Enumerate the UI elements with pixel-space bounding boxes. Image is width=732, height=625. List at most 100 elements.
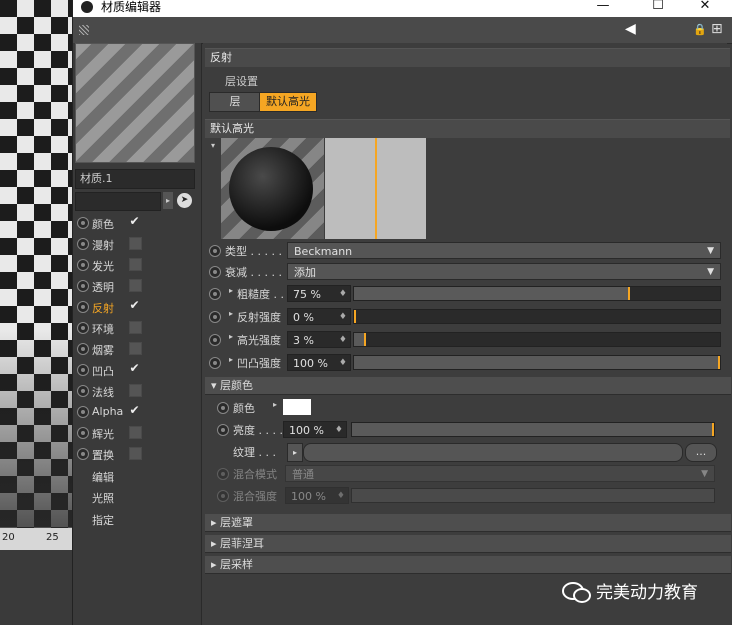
slider-knob[interactable] [354,310,356,323]
param-input[interactable]: 75 % ♦ [287,285,351,302]
falloff-dropdown[interactable]: 添加 ▼ [287,263,721,280]
animate-radio-icon[interactable] [77,406,89,418]
channel-label[interactable]: 环境 [92,321,114,337]
animate-radio-icon[interactable] [209,311,221,323]
channel-label[interactable]: 反射 [92,300,114,316]
section-header-layer-color[interactable]: ▾ 层颜色 [205,377,731,395]
expand-arrow-icon[interactable]: ▸ [273,400,277,409]
texture-field[interactable] [303,443,683,462]
animate-radio-icon[interactable] [209,357,221,369]
channel-label[interactable]: 透明 [92,279,114,295]
animate-radio-icon[interactable] [217,424,229,436]
param-input[interactable]: 100 % ♦ [287,354,351,371]
channel-item[interactable]: 置换 [73,444,201,465]
channel-checkbox[interactable] [129,279,142,292]
material-preview[interactable] [75,43,195,163]
collapse-triangle-icon[interactable]: ▾ [211,141,215,150]
channel-checkbox[interactable] [129,258,142,271]
back-arrow-icon[interactable]: ◀ [625,21,636,37]
channel-item[interactable]: 反射 ✔ [73,297,201,318]
channel-checkbox[interactable] [129,321,142,334]
animate-radio-icon[interactable] [77,448,89,460]
expand-arrow-icon[interactable]: ▸ [229,286,233,295]
channel-item[interactable]: Alpha ✔ [73,402,201,423]
link-edit[interactable]: 编辑 [92,469,114,485]
param-slider[interactable] [353,309,721,324]
spinner-icon[interactable]: ♦ [339,286,347,303]
section-header-layer-sampling[interactable]: ▸ 层采样 [205,556,731,574]
channel-checkbox[interactable]: ✔ [129,299,140,311]
animate-radio-icon[interactable] [77,427,89,439]
channel-label[interactable]: 置换 [92,447,114,463]
channel-item[interactable]: 烟雾 [73,339,201,360]
animate-radio-icon[interactable] [77,322,89,334]
field-arrow-icon[interactable]: ▸ [163,192,173,209]
spinner-icon[interactable]: ♦ [335,422,343,439]
expand-arrow-icon[interactable]: ▸ [229,309,233,318]
channel-checkbox[interactable] [129,426,142,439]
animate-radio-icon[interactable] [77,343,89,355]
channel-item[interactable]: 发光 [73,255,201,276]
animate-radio-icon[interactable] [209,266,221,278]
texture-browse-button[interactable]: ... [685,443,717,462]
channel-item[interactable]: 辉光 [73,423,201,444]
minimize-button[interactable]: — [583,0,623,16]
animate-radio-icon[interactable] [77,364,89,376]
animate-radio-icon[interactable] [77,280,89,292]
link-illumination[interactable]: 光照 [92,490,114,506]
param-slider[interactable] [353,355,721,370]
close-button[interactable]: ✕ [685,0,725,16]
animate-radio-icon[interactable] [77,301,89,313]
channel-label[interactable]: 漫射 [92,237,114,253]
channel-label[interactable]: 烟雾 [92,342,114,358]
timeline-ruler[interactable]: 20 25 [0,528,72,550]
channel-item[interactable]: 透明 [73,276,201,297]
expand-arrow-icon[interactable]: ▸ [229,355,233,364]
animate-radio-icon[interactable] [77,238,89,250]
channel-checkbox[interactable]: ✔ [129,404,140,416]
channel-checkbox[interactable] [129,342,142,355]
channel-checkbox[interactable]: ✔ [129,215,140,227]
type-dropdown[interactable]: Beckmann ▼ [287,242,721,259]
slider-knob[interactable] [718,356,720,369]
channel-item[interactable]: 漫射 [73,234,201,255]
spinner-icon[interactable]: ♦ [339,332,347,349]
channel-label[interactable]: 颜色 [92,216,114,232]
grip-icon[interactable] [79,25,89,35]
animate-radio-icon[interactable] [209,288,221,300]
animate-radio-icon[interactable] [77,217,89,229]
channel-label[interactable]: 法线 [92,384,114,400]
tab-layers[interactable]: 层 [209,92,261,112]
texture-menu-button[interactable]: ▸ [287,443,303,462]
channel-item[interactable]: 环境 [73,318,201,339]
param-slider[interactable] [353,332,721,347]
spinner-icon[interactable]: ♦ [339,309,347,326]
channel-label[interactable]: 发光 [92,258,114,274]
channel-label[interactable]: Alpha [92,405,123,418]
animate-radio-icon[interactable] [209,334,221,346]
channel-label[interactable]: 凹凸 [92,363,114,379]
channel-checkbox[interactable] [129,384,142,397]
animate-radio-icon[interactable] [209,245,221,257]
channel-label[interactable]: 辉光 [92,426,114,442]
channel-checkbox[interactable]: ✔ [129,362,140,374]
channel-checkbox[interactable] [129,237,142,250]
brightness-input[interactable]: 100 % ♦ [283,421,347,438]
section-header-layer-fresnel[interactable]: ▸ 层菲涅耳 [205,535,731,553]
section-header-layer-mask[interactable]: ▸ 层遮罩 [205,514,731,532]
param-input[interactable]: 0 % ♦ [287,308,351,325]
param-input[interactable]: 3 % ♦ [287,331,351,348]
brightness-slider[interactable] [351,422,715,437]
expand-arrow-icon[interactable]: ▸ [229,332,233,341]
picker-icon[interactable]: ➤ [177,193,192,208]
maximize-button[interactable]: ☐ [638,0,678,16]
channel-item[interactable]: 法线 [73,381,201,402]
slider-knob[interactable] [628,287,630,300]
new-window-icon[interactable]: ⊞ [711,21,723,37]
animate-radio-icon[interactable] [77,385,89,397]
lock-icon[interactable]: 🔒 [693,23,707,36]
channel-item[interactable]: 颜色 ✔ [73,213,201,234]
link-assign[interactable]: 指定 [92,512,114,528]
slider-knob[interactable] [712,423,714,436]
spinner-icon[interactable]: ♦ [339,355,347,372]
